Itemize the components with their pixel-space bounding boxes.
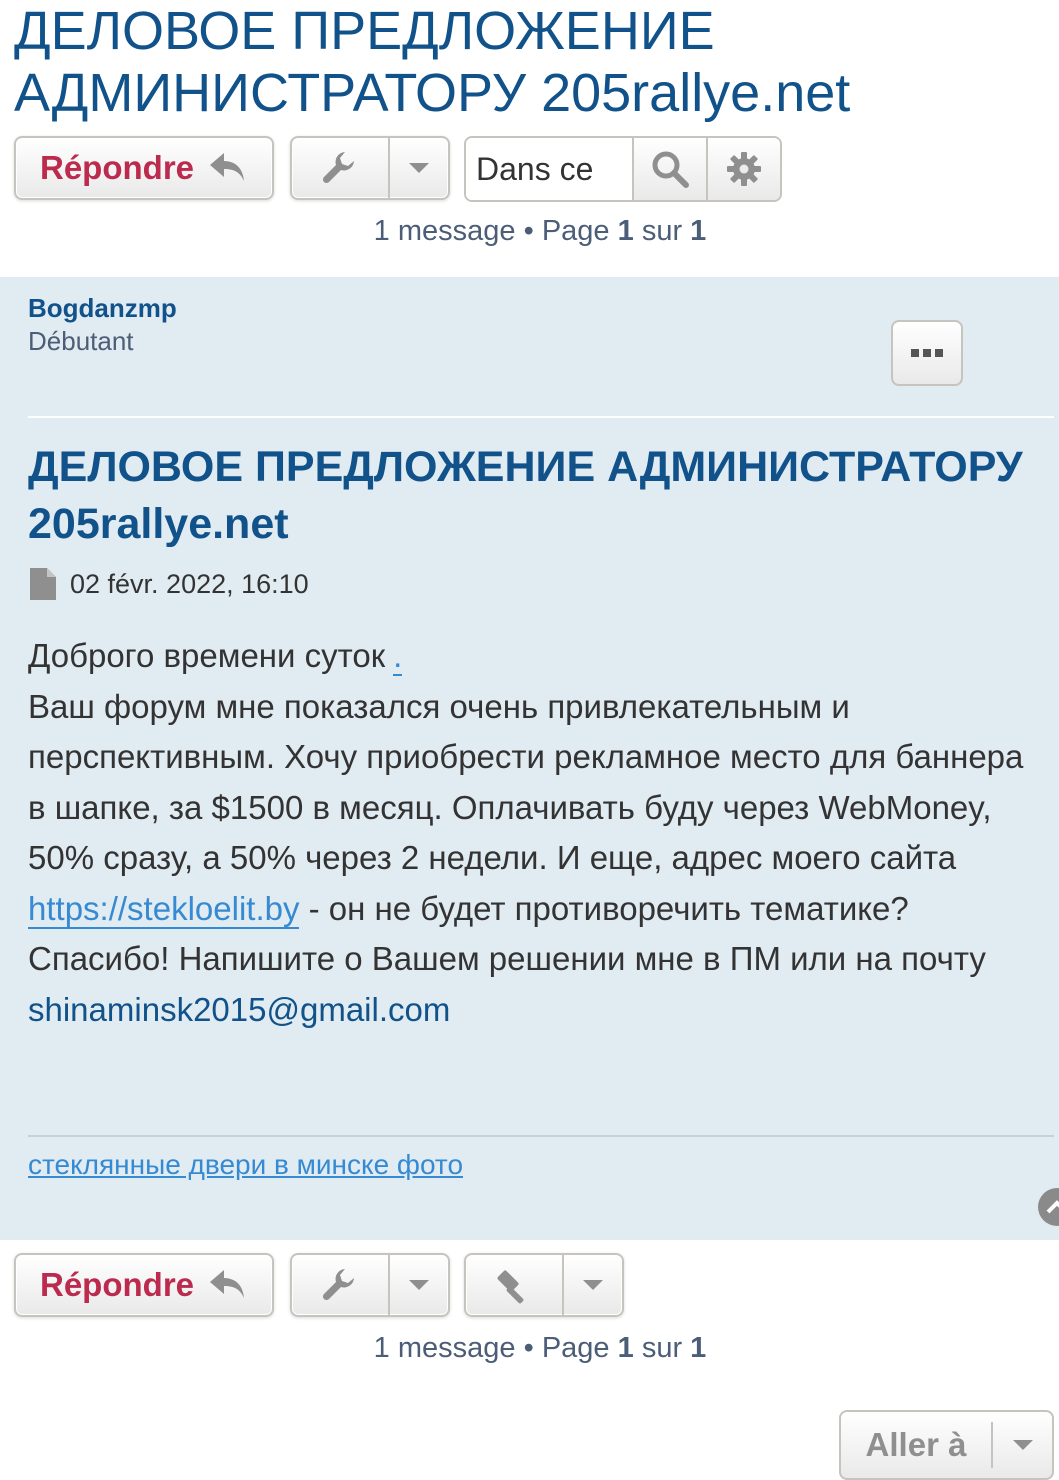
- topic-title[interactable]: ДЕЛОВОЕ ПРЕДЛОЖЕНИЕ АДМИНИСТРАТОРУ 205ra…: [14, 0, 1044, 124]
- total-pages: 1: [690, 215, 707, 247]
- advanced-search-button[interactable]: [706, 138, 780, 200]
- greeting-text: Доброго времени суток: [28, 637, 386, 674]
- post-divider: [28, 416, 1054, 418]
- pagination-separator: •: [523, 1332, 534, 1364]
- signature-divider: [28, 1135, 1054, 1137]
- site-link[interactable]: https://stekloelit.by: [28, 889, 300, 929]
- signature-link[interactable]: стеклянные двери в минске фото: [28, 1149, 463, 1181]
- search-input[interactable]: [466, 138, 632, 200]
- message-count: 1 message: [373, 215, 516, 247]
- back-to-top-button[interactable]: [1038, 1188, 1059, 1226]
- ellipsis-icon: [911, 349, 943, 357]
- pagination-top: 1 message • Page 1 sur 1: [0, 215, 1059, 248]
- post-meta: 02 févr. 2022, 16:10: [30, 568, 309, 600]
- of-word: sur: [641, 215, 683, 247]
- topic-tools-button[interactable]: [290, 136, 450, 200]
- magnifier-icon: [652, 151, 689, 188]
- chevron-up-icon: [1046, 1200, 1059, 1214]
- pagination-bottom: 1 message • Page 1 sur 1: [0, 1332, 1059, 1365]
- current-page: 1: [617, 215, 634, 247]
- caret-down-icon: [390, 1255, 448, 1315]
- post: Bogdanzmp Débutant ДЕЛОВОЕ ПРЕДЛОЖЕНИЕ А…: [0, 277, 1059, 1240]
- thanks-text: Спасибо! Напишите о Вашем решении мне в …: [28, 940, 986, 977]
- jump-to-button[interactable]: Aller à: [839, 1410, 1054, 1480]
- author-rank: Débutant: [28, 326, 134, 356]
- current-page: 1: [617, 1332, 634, 1364]
- message-count: 1 message: [373, 1332, 516, 1364]
- offer-text: Ваш форум мне показался очень привлекате…: [28, 687, 1024, 877]
- gavel-icon: [466, 1255, 564, 1315]
- offer-text-end: - он не будет противоречить тематике?: [308, 889, 909, 927]
- jump-to-label: Aller à: [841, 1422, 993, 1468]
- greeting-dot-link[interactable]: .: [393, 637, 403, 676]
- reply-button[interactable]: Répondre: [14, 136, 274, 200]
- total-pages: 1: [690, 1332, 707, 1364]
- post-author-link[interactable]: Bogdanzmp: [28, 293, 177, 324]
- caret-down-icon: [390, 138, 448, 198]
- of-word: sur: [641, 1332, 683, 1364]
- page-word: Page: [541, 215, 610, 247]
- reply-button-label: Répondre: [40, 149, 195, 186]
- reply-button-bottom[interactable]: Répondre: [14, 1253, 274, 1317]
- gear-icon: [727, 152, 761, 186]
- reply-arrow-icon: [208, 151, 248, 185]
- wrench-icon: [292, 138, 390, 198]
- search-button[interactable]: [632, 138, 706, 200]
- document-icon[interactable]: [30, 568, 56, 600]
- email-link[interactable]: shinaminsk2015@gmail.com: [28, 991, 450, 1028]
- page-word: Page: [541, 1332, 610, 1364]
- post-title[interactable]: ДЕЛОВОЕ ПРЕДЛОЖЕНИЕ АДМИНИСТРАТОРУ 205ra…: [28, 439, 1028, 553]
- moderator-tools-button[interactable]: [464, 1253, 624, 1317]
- topic-search-box: [464, 136, 782, 202]
- post-content: Доброго времени суток. Ваш форум мне пок…: [28, 631, 1048, 1035]
- caret-down-icon: [993, 1438, 1052, 1452]
- pagination-separator: •: [523, 215, 534, 247]
- topic-tools-button-bottom[interactable]: [290, 1253, 450, 1317]
- wrench-icon: [292, 1255, 390, 1315]
- post-date: 02 févr. 2022, 16:10: [70, 568, 309, 599]
- post-options-button[interactable]: [891, 320, 963, 386]
- caret-down-icon: [564, 1255, 622, 1315]
- reply-arrow-icon: [208, 1268, 248, 1302]
- reply-button-label: Répondre: [40, 1266, 195, 1303]
